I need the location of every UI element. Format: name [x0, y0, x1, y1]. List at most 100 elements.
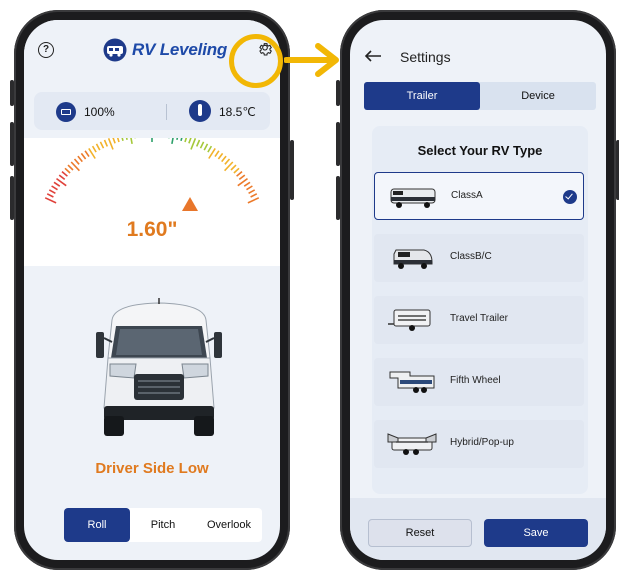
- section-title: Select Your RV Type: [417, 143, 543, 158]
- gauge-tick: [217, 152, 224, 160]
- gauge-tick: [48, 189, 56, 194]
- rv-type-option-classa[interactable]: ClassA: [374, 172, 584, 220]
- gauge-tick: [248, 189, 256, 194]
- rv-type-option-fifth-wheel[interactable]: Fifth Wheel: [374, 358, 584, 406]
- gauge-tick: [184, 135, 188, 143]
- gauge-tick: [250, 193, 258, 198]
- rv-type-option-hybrid-popup[interactable]: Hybrid/Pop-up: [374, 420, 584, 468]
- gauge-pointer-icon: [182, 197, 198, 211]
- gauge-tick: [199, 141, 205, 149]
- status-divider: [166, 104, 167, 120]
- thermometer-icon: [189, 100, 211, 122]
- app-logo: RV Leveling: [102, 36, 227, 64]
- gauge-tick: [80, 152, 87, 160]
- gauge-value: 1.60": [126, 218, 178, 241]
- gauge-tick: [91, 145, 97, 153]
- phone-volume-down: [10, 176, 14, 220]
- gauge-tick: [64, 167, 71, 174]
- gauge-tick: [188, 136, 193, 144]
- arrow-right-icon: [284, 43, 339, 77]
- gauge-tick: [77, 155, 83, 163]
- gauge-tick: [99, 141, 105, 149]
- left-phone: ? RV Leveling 100% 18.5℃ 1.60" Driver Si…: [10, 10, 294, 570]
- leveling-screen: ? RV Leveling 100% 18.5℃ 1.60" Driver Si…: [24, 20, 280, 560]
- temperature-value: 18.5℃: [219, 105, 256, 119]
- gauge-tick: [46, 193, 54, 198]
- rv-type-label: Hybrid/Pop-up: [450, 437, 514, 448]
- gauge-tick: [246, 185, 253, 191]
- gauge-tick: [44, 197, 57, 204]
- rv-type-label: ClassB/C: [450, 251, 492, 262]
- gauge-tick: [67, 164, 74, 171]
- level-status-message: Driver Side Low: [95, 460, 209, 477]
- tab-trailer[interactable]: Trailer: [364, 82, 480, 110]
- phone-volume-up: [10, 122, 14, 166]
- pitch-tab[interactable]: Pitch: [130, 508, 196, 542]
- tab-device[interactable]: Device: [480, 82, 596, 110]
- gauge-tick: [129, 131, 133, 145]
- rv-front-illustration: [96, 298, 222, 436]
- gauge-tick: [171, 131, 175, 145]
- overlook-tab[interactable]: Overlook: [196, 508, 262, 542]
- hybrid-popup-icon: [387, 433, 437, 455]
- right-phone: Settings Trailer Device Select Your RV T…: [336, 10, 619, 570]
- rv-type-label: Fifth Wheel: [450, 375, 501, 386]
- level-gauge-scale: [44, 130, 260, 204]
- page-title: Settings: [400, 49, 451, 65]
- gauge-tick: [195, 139, 201, 147]
- battery-icon: [56, 102, 76, 122]
- gauge-tick: [103, 139, 109, 147]
- class-bc-rv-icon: [393, 249, 433, 269]
- check-circle-icon: [563, 190, 577, 204]
- rv-type-label: ClassA: [451, 190, 483, 201]
- gauge-tick: [207, 145, 213, 153]
- settings-screen: Settings Trailer Device Select Your RV T…: [350, 20, 606, 560]
- question-circle-icon[interactable]: ?: [38, 42, 54, 58]
- phone-volume-down: [336, 176, 340, 220]
- gauge-tick: [243, 181, 251, 187]
- phone-volume-up: [336, 122, 340, 166]
- roll-tab[interactable]: Roll: [64, 508, 130, 542]
- app-title: RV Leveling: [132, 40, 228, 59]
- gauge-tick: [224, 158, 231, 165]
- class-a-rv-icon: [390, 188, 436, 208]
- gauge-tick: [176, 132, 180, 140]
- arrow-left-icon[interactable]: [364, 50, 382, 62]
- gauge-tick: [53, 181, 61, 187]
- save-button[interactable]: Save: [484, 519, 588, 547]
- gauge-tick: [107, 138, 114, 150]
- gauge-tick: [61, 170, 68, 177]
- gauge-tick: [238, 174, 246, 181]
- rv-type-option-travel-trailer[interactable]: Travel Trailer: [374, 296, 584, 344]
- phone-power-button: [290, 140, 294, 200]
- gauge-tick: [124, 132, 128, 140]
- gauge-tick: [247, 197, 260, 204]
- gauge-card: [24, 130, 280, 266]
- gauge-tick: [58, 174, 66, 181]
- gauge-tick: [116, 135, 120, 143]
- rv-logo-icon: [103, 38, 127, 62]
- phone-mute-switch: [336, 80, 340, 106]
- gauge-tick: [230, 164, 237, 171]
- reset-button[interactable]: Reset: [368, 519, 472, 547]
- gauge-tick: [73, 158, 80, 165]
- gauge-tick: [203, 143, 209, 151]
- rv-type-label: Travel Trailer: [450, 313, 508, 324]
- gauge-tick: [51, 185, 58, 191]
- gauge-tick: [236, 170, 243, 177]
- fifth-wheel-icon: [389, 371, 435, 393]
- highlight-circle: [229, 34, 283, 88]
- gauge-tick: [221, 155, 227, 163]
- gauge-tick: [214, 150, 220, 158]
- gauge-tick: [84, 150, 90, 158]
- gauge-tick: [95, 143, 101, 151]
- gauge-tick: [233, 167, 240, 174]
- gauge-tick: [120, 133, 124, 142]
- battery-level: 100%: [84, 105, 115, 119]
- gauge-tick: [180, 133, 184, 142]
- gauge-tick: [190, 138, 197, 150]
- gauge-tick: [111, 136, 116, 144]
- travel-trailer-icon: [388, 309, 431, 331]
- phone-mute-switch: [10, 80, 14, 106]
- rv-type-option-classbc[interactable]: ClassB/C: [374, 234, 584, 282]
